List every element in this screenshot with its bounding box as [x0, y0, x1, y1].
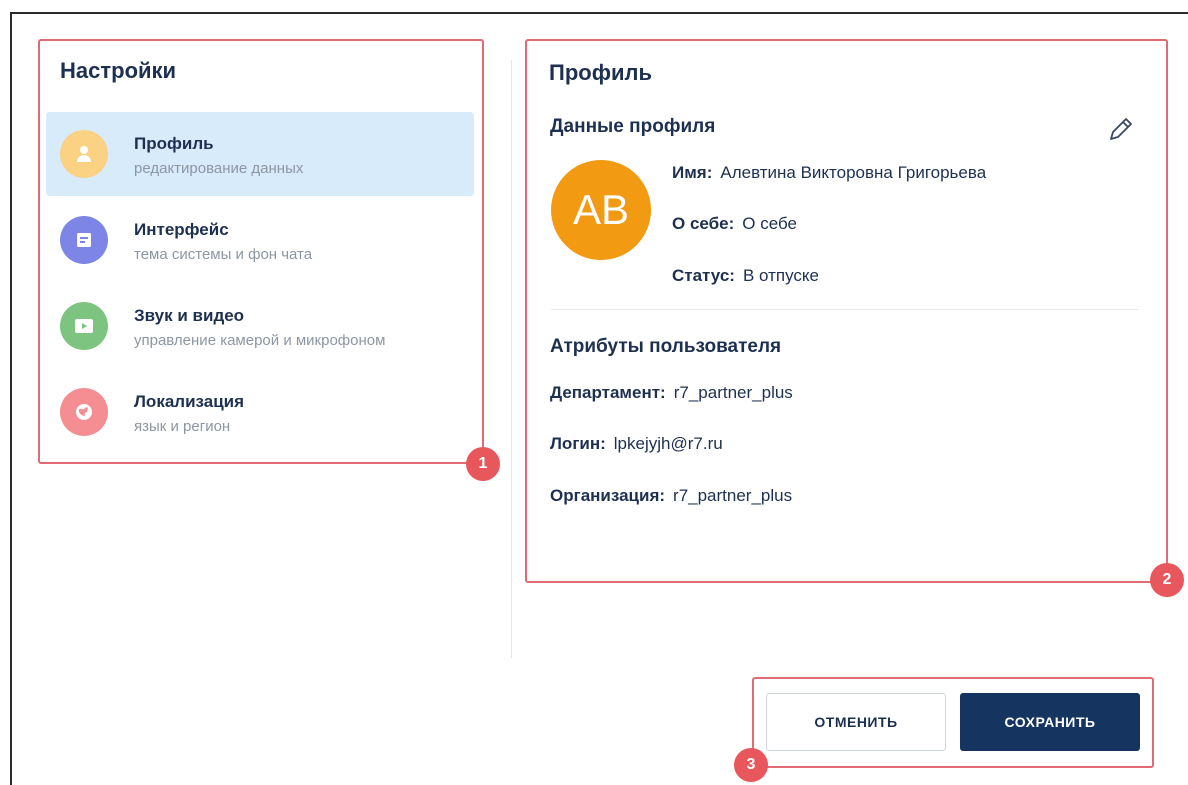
frame-left-border [10, 12, 12, 785]
callout-frame-profile [525, 39, 1168, 583]
callout-badge: 2 [1150, 563, 1184, 597]
panel-divider [511, 60, 512, 658]
callout-frame-buttons [752, 677, 1154, 768]
callout-badge: 3 [734, 748, 768, 782]
callout-badge: 1 [466, 447, 500, 481]
callout-frame-settings [38, 39, 484, 464]
frame-top-border [10, 12, 1188, 14]
